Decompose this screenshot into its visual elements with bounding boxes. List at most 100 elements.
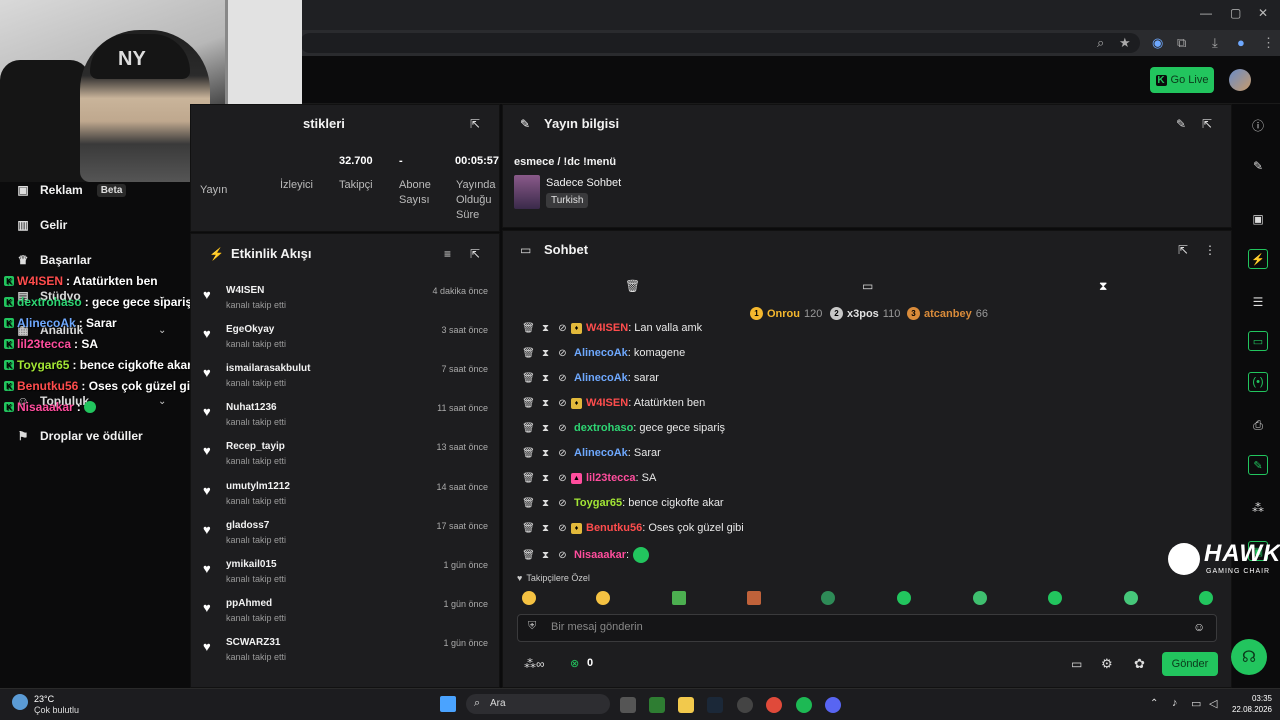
- sidebar-item-reklam[interactable]: ▣ Reklam Beta: [16, 183, 127, 197]
- chat-username[interactable]: W4ISEN: [586, 397, 628, 409]
- download-icon[interactable]: ⤓: [1212, 35, 1218, 51]
- more-icon[interactable]: ⋮: [1204, 243, 1216, 257]
- window-icon[interactable]: ▣: [1251, 212, 1265, 226]
- star-icon[interactable]: ★: [1119, 35, 1131, 51]
- gear-icon[interactable]: ⚙: [1101, 656, 1113, 672]
- chat-username[interactable]: W4ISEN: [586, 322, 628, 334]
- maximize-icon[interactable]: ▢: [1230, 6, 1241, 20]
- ban-icon[interactable]: ⊘: [554, 448, 571, 459]
- hourglass-icon[interactable]: ⧗: [537, 373, 554, 384]
- chevron-down-icon[interactable]: ⌄: [158, 325, 166, 336]
- ban-icon[interactable]: ⊘: [554, 323, 571, 334]
- sidebar-item-droplar[interactable]: ⚑ Droplar ve ödüller: [16, 429, 143, 443]
- volume-icon[interactable]: ◁: [1209, 697, 1217, 710]
- popout-icon[interactable]: ⇱: [470, 117, 480, 131]
- extension-icon[interactable]: ◉: [1152, 35, 1163, 51]
- edit-icon[interactable]: ✎: [1176, 117, 1186, 131]
- chat-username[interactable]: dextrohaso: [574, 422, 633, 434]
- send-button[interactable]: Gönder: [1162, 652, 1218, 676]
- trash-icon[interactable]: 🗑: [520, 550, 537, 561]
- chat-username[interactable]: Toygar65: [574, 497, 622, 509]
- ban-icon[interactable]: ⊘: [554, 373, 571, 384]
- popout-icon[interactable]: ⇱: [1178, 243, 1188, 257]
- puzzle-icon[interactable]: ⧉: [1177, 35, 1186, 51]
- hourglass-icon[interactable]: ⧗: [1099, 279, 1107, 294]
- settings-cog-icon[interactable]: ✿: [1134, 656, 1145, 672]
- chat-username[interactable]: lil23tecca: [586, 472, 636, 484]
- minecraft-icon[interactable]: [649, 697, 665, 713]
- trash-icon[interactable]: 🗑: [520, 423, 537, 434]
- trash-icon[interactable]: 🗑: [520, 398, 537, 409]
- popout-icon[interactable]: ⇱: [1202, 117, 1212, 131]
- go-live-button[interactable]: K Go Live: [1150, 67, 1214, 93]
- emote-icon[interactable]: [747, 591, 761, 605]
- emote-icon[interactable]: [596, 591, 610, 605]
- wrench-icon[interactable]: ✎: [1248, 455, 1268, 475]
- chrome-icon[interactable]: [766, 697, 782, 713]
- hourglass-icon[interactable]: ⧗: [537, 498, 554, 509]
- chat-icon[interactable]: ▭: [1248, 331, 1268, 351]
- emote-icon[interactable]: [973, 591, 987, 605]
- hourglass-icon[interactable]: ⧗: [537, 448, 554, 459]
- hourglass-icon[interactable]: ⧗: [537, 348, 554, 359]
- emote-icon[interactable]: [522, 591, 536, 605]
- support-button[interactable]: ☊: [1231, 639, 1267, 675]
- chevron-down-icon[interactable]: ⌄: [158, 396, 166, 407]
- chat-username[interactable]: AlinecoAk: [574, 372, 628, 384]
- minimize-icon[interactable]: —: [1200, 6, 1212, 20]
- lightning-icon[interactable]: ⚡: [1248, 249, 1268, 269]
- menu-icon[interactable]: ⋮: [1262, 35, 1275, 51]
- sidebar-item-basarilar[interactable]: ♛ Başarılar: [16, 253, 92, 267]
- hourglass-icon[interactable]: ⧗: [537, 523, 554, 534]
- trash-icon[interactable]: 🗑: [520, 523, 537, 534]
- spotify-icon[interactable]: [796, 697, 812, 713]
- trash-icon[interactable]: 🗑: [520, 323, 537, 334]
- popout-icon[interactable]: ⇱: [470, 247, 480, 261]
- chat-username[interactable]: AlinecoAk: [574, 447, 628, 459]
- ban-icon[interactable]: ⊘: [554, 550, 571, 561]
- hourglass-icon[interactable]: ⧗: [537, 323, 554, 334]
- ban-icon[interactable]: ⊘: [554, 473, 571, 484]
- windows-icon[interactable]: [440, 696, 456, 712]
- app-icon[interactable]: [737, 697, 753, 713]
- network-icon[interactable]: ▭: [1191, 697, 1201, 710]
- task-view-icon[interactable]: [620, 697, 636, 713]
- zoom-icon[interactable]: ⌕: [1097, 35, 1104, 51]
- broadcast-icon[interactable]: (•): [1248, 372, 1268, 392]
- hourglass-icon[interactable]: ⧗: [537, 473, 554, 484]
- emote-icon[interactable]: [1199, 591, 1213, 605]
- trash-icon[interactable]: 🗑: [520, 473, 537, 484]
- emote-icon[interactable]: [672, 591, 686, 605]
- chevron-up-icon[interactable]: ⌃: [1150, 698, 1158, 709]
- chat-username[interactable]: Benutku56: [586, 522, 642, 534]
- trash-icon[interactable]: 🗑: [520, 498, 537, 509]
- printer-icon[interactable]: ⎙: [1251, 418, 1265, 433]
- hourglass-icon[interactable]: ⧗: [537, 550, 554, 561]
- address-bar[interactable]: [300, 33, 1140, 53]
- avatar[interactable]: [1229, 69, 1251, 91]
- ban-icon[interactable]: ⊘: [554, 498, 571, 509]
- taskbar-search[interactable]: [466, 694, 610, 714]
- ban-icon[interactable]: ⊘: [554, 523, 571, 534]
- info-icon[interactable]: ⓘ: [1251, 117, 1265, 134]
- chat-bubble-icon[interactable]: ▭: [1071, 657, 1082, 671]
- discord-icon[interactable]: [825, 697, 841, 713]
- steam-icon[interactable]: [707, 697, 723, 713]
- ban-icon[interactable]: ⊘: [554, 423, 571, 434]
- sidebar-item-gelir[interactable]: ▥ Gelir: [16, 218, 67, 232]
- filter-icon[interactable]: ≡: [444, 247, 451, 261]
- chat-username[interactable]: AlinecoAk: [574, 347, 628, 359]
- mic-icon[interactable]: ♪: [1172, 697, 1178, 709]
- trash-icon[interactable]: 🗑: [625, 279, 640, 293]
- chat-username[interactable]: Nisaaakar: [574, 549, 626, 561]
- trash-icon[interactable]: 🗑: [520, 373, 537, 384]
- folder-icon[interactable]: [678, 697, 694, 713]
- emoji-icon[interactable]: ☺: [1193, 620, 1205, 634]
- emote-icon[interactable]: [1048, 591, 1062, 605]
- message-icon[interactable]: ▭: [862, 279, 873, 293]
- trash-icon[interactable]: 🗑: [520, 348, 537, 359]
- close-icon[interactable]: ✕: [1258, 6, 1268, 20]
- emote-icon[interactable]: [1124, 591, 1138, 605]
- hourglass-icon[interactable]: ⧗: [537, 398, 554, 409]
- profile-icon[interactable]: ●: [1237, 35, 1245, 50]
